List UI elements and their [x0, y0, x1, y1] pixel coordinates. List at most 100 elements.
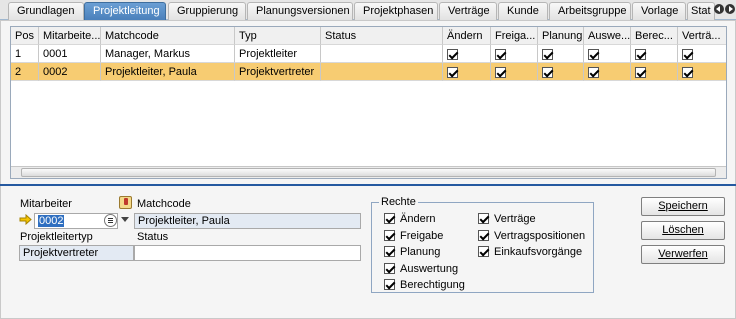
col-header-status[interactable]: Status [321, 27, 443, 45]
discard-button[interactable]: Verwerfen [641, 245, 725, 264]
auswertung-checkbox[interactable] [588, 66, 599, 78]
tab-arbeitsgruppe[interactable]: Arbeitsgruppe [549, 2, 631, 20]
col-header-mitarbeiter[interactable]: Mitarbeite... [39, 27, 101, 45]
cell-vertraege [678, 63, 726, 81]
vertraege-checkbox[interactable] [682, 66, 693, 78]
cell-berechtigung [631, 45, 678, 63]
berechtigung-checkbox[interactable] [635, 48, 646, 60]
col-header-auswertung[interactable]: Auswe... [584, 27, 631, 45]
rechte-auswertung[interactable]: Auswertung [384, 262, 458, 276]
link-arrow-icon[interactable] [19, 213, 32, 226]
tab-stat[interactable]: Stat [687, 2, 715, 20]
col-header-pos[interactable]: Pos [11, 27, 39, 45]
cell-mitarbeiter: 0002 [39, 63, 101, 81]
rechte-vertragspositionen[interactable]: Vertragspositionen [478, 229, 585, 243]
cell-aendern [443, 63, 491, 81]
checkbox[interactable] [384, 279, 395, 290]
aendern-checkbox[interactable] [447, 66, 458, 78]
cell-planung [538, 45, 584, 63]
status-field[interactable] [134, 245, 361, 261]
tab-scroll-left-icon[interactable] [714, 4, 724, 14]
checkbox-label: Einkaufsvorgänge [494, 246, 583, 258]
col-header-aendern[interactable]: Ändern [443, 27, 491, 45]
cell-planung [538, 63, 584, 81]
cell-typ: Projektvertreter [235, 63, 321, 81]
checkbox[interactable] [384, 263, 395, 274]
col-header-freigabe[interactable]: Freiga... [491, 27, 538, 45]
rechte-vertraege[interactable]: Verträge [478, 212, 536, 226]
matchcode-icon [119, 196, 132, 209]
cell-aendern [443, 45, 491, 63]
checkbox[interactable] [478, 230, 489, 241]
checkbox-label: Planung [400, 246, 441, 258]
tab-scroll-right-icon[interactable] [725, 4, 735, 14]
mitarbeiter-value: 0002 [38, 215, 65, 227]
col-header-matchcode[interactable]: Matchcode [101, 27, 235, 45]
checkbox-label: Berechtigung [400, 279, 465, 291]
cell-pos: 1 [11, 45, 39, 63]
status-label: Status [137, 231, 169, 243]
col-header-vertraege[interactable]: Verträ... [678, 27, 726, 45]
value-help-icon[interactable] [104, 214, 117, 227]
cell-mitarbeiter: 0001 [39, 45, 101, 63]
checkbox[interactable] [384, 230, 395, 241]
rechte-title: Rechte [379, 196, 418, 208]
aendern-checkbox[interactable] [447, 48, 458, 60]
col-header-typ[interactable]: Typ [235, 27, 321, 45]
project-leader-grid: Pos Mitarbeite... Matchcode Typ Status Ä… [10, 26, 727, 179]
save-button-label: Speichern [658, 200, 708, 212]
tab-vertraege[interactable]: Verträge [439, 2, 497, 20]
auswertung-checkbox[interactable] [588, 48, 599, 60]
rechte-berechtigung[interactable]: Berechtigung [384, 278, 465, 292]
matchcode-field: Projektleiter, Paula [134, 213, 361, 229]
rechte-planung[interactable]: Planung [384, 245, 440, 259]
tab-vorlage[interactable]: Vorlage [632, 2, 686, 20]
projektleitertyp-field[interactable]: Projektvertreter [19, 245, 134, 261]
checkbox[interactable] [384, 246, 395, 257]
planung-checkbox[interactable] [542, 66, 553, 78]
cell-matchcode: Manager, Markus [101, 45, 235, 63]
freigabe-checkbox[interactable] [495, 66, 506, 78]
scrollbar-thumb[interactable] [21, 168, 716, 177]
checkbox[interactable] [478, 246, 489, 257]
tab-gruppierung[interactable]: Gruppierung [168, 2, 246, 20]
vertraege-checkbox[interactable] [682, 48, 693, 60]
checkbox-label: Verträge [494, 213, 536, 225]
checkbox-label: Ändern [400, 213, 436, 225]
tab-bar: Grundlagen Projektleitung Gruppierung Pl… [0, 0, 736, 20]
mitarbeiter-label: Mitarbeiter [20, 198, 72, 210]
planung-checkbox[interactable] [542, 48, 553, 60]
tab-grundlagen[interactable]: Grundlagen [8, 2, 84, 20]
cell-status [321, 63, 443, 81]
col-header-planung[interactable]: Planung [538, 27, 584, 45]
delete-button-label: Löschen [662, 224, 704, 236]
tab-kunde[interactable]: Kunde [498, 2, 548, 20]
checkbox[interactable] [384, 213, 395, 224]
dropdown-arrow-icon[interactable] [121, 217, 129, 222]
checkbox-label: Auswertung [400, 263, 459, 275]
cell-typ: Projektleiter [235, 45, 321, 63]
table-row-selected[interactable]: 2 0002 Projektleiter, Paula Projektvertr… [11, 63, 726, 81]
table-row[interactable]: 1 0001 Manager, Markus Projektleiter [11, 45, 726, 63]
tab-projektleitung[interactable]: Projektleitung [84, 2, 166, 20]
cell-freigabe [491, 63, 538, 81]
rechte-einkaufsvorgaenge[interactable]: Einkaufsvorgänge [478, 245, 582, 259]
tab-projektphasen[interactable]: Projektphasen [354, 2, 438, 20]
freigabe-checkbox[interactable] [495, 48, 506, 60]
cell-berechtigung [631, 63, 678, 81]
checkbox-label: Freigabe [400, 230, 444, 242]
rechte-freigabe[interactable]: Freigabe [384, 229, 443, 243]
tab-planungsversionen[interactable]: Planungsversionen [247, 2, 353, 20]
save-button[interactable]: Speichern [641, 197, 725, 216]
delete-button[interactable]: Löschen [641, 221, 725, 240]
col-header-berechtigung[interactable]: Berec... [631, 27, 678, 45]
cell-matchcode: Projektleiter, Paula [101, 63, 235, 81]
matchcode-label: Matchcode [137, 198, 191, 210]
cell-auswertung [584, 63, 631, 81]
berechtigung-checkbox[interactable] [635, 66, 646, 78]
rechte-aendern[interactable]: Ändern [384, 212, 435, 226]
cell-pos: 2 [11, 63, 39, 81]
cell-auswertung [584, 45, 631, 63]
horizontal-scrollbar[interactable] [11, 166, 726, 178]
checkbox[interactable] [478, 213, 489, 224]
